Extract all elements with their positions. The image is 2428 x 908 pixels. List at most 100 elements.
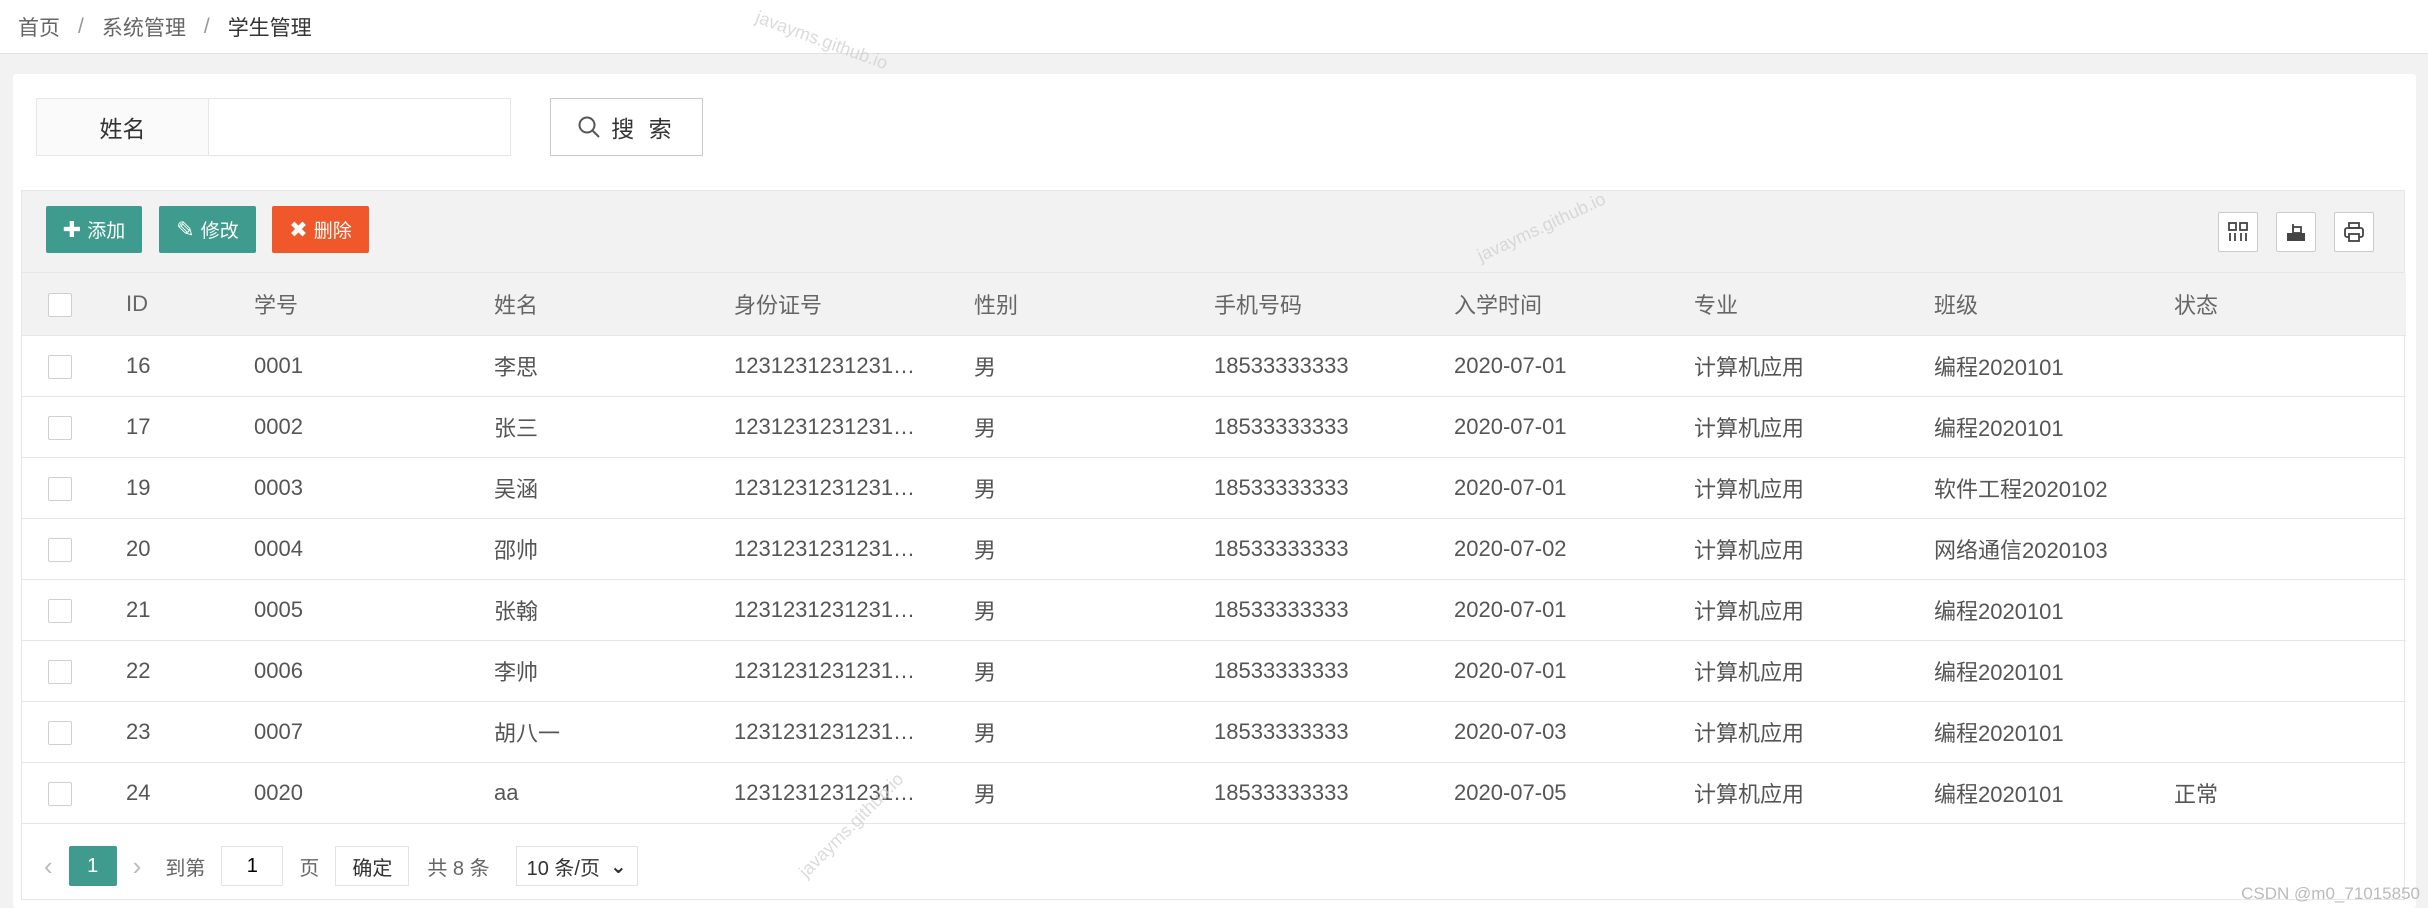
table-row[interactable]: 19 0003 吴涵 1231231231231… 男 18533333333 2020-0… (22, 457, 2406, 519)
table-cell: 男 (974, 396, 1214, 458)
table-row[interactable]: 21 0005 张翰 1231231231231… 男 18533333333 2020-0… (22, 579, 2406, 641)
row-checkbox[interactable] (48, 537, 72, 562)
table-cell: 18533333333 (1214, 701, 1454, 763)
table-cell: 21 (126, 579, 254, 641)
column-header[interactable]: 状态 (2174, 273, 2406, 336)
breadcrumb-system-management[interactable]: 系统管理 (102, 12, 186, 42)
table-cell: 网络通信2020103 (1934, 518, 2174, 580)
table-cell: 1231231231231… (734, 335, 974, 397)
row-checkbox[interactable] (48, 781, 72, 806)
goto-suffix: 页 (299, 857, 320, 880)
row-select-cell (22, 396, 126, 458)
main-panel: 姓名 搜 索 javayms.github.io ✚ 添加 ✎ 修改 ✖ 删除 (13, 74, 2416, 908)
table-row[interactable]: 23 0007 胡八一 1231231231231… 男 18533333333 2020-… (22, 701, 2406, 763)
edit-button[interactable]: ✎ 修改 (159, 206, 256, 253)
print-button[interactable] (2334, 212, 2374, 252)
name-search-input[interactable] (208, 98, 511, 156)
table-cell: 1231231231231… (734, 457, 974, 519)
table-cell: 男 (974, 762, 1214, 824)
column-filter-button[interactable] (2218, 212, 2258, 252)
table-body: 16 0001 李思 1231231231231… 男 18533333333 2020-0… (22, 335, 2406, 824)
table-cell: 吴涵 (494, 457, 734, 519)
table-row[interactable]: 24 0020 aa 1231231231231… 男 18533333333 2020-0… (22, 762, 2406, 824)
breadcrumb-separator: / (78, 14, 84, 38)
plus-icon: ✚ (62, 216, 82, 242)
table-cell: 0002 (254, 396, 494, 458)
table-cell: 2020-07-03 (1454, 701, 1694, 763)
row-checkbox[interactable] (48, 598, 72, 623)
table-cell: 18533333333 (1214, 518, 1454, 580)
table-cell: aa (494, 762, 734, 824)
table-cell: 编程2020101 (1934, 396, 2174, 458)
column-header[interactable]: 身份证号 (734, 273, 974, 336)
table-cell: 计算机应用 (1694, 396, 1934, 458)
page-number-current[interactable]: 1 (68, 846, 117, 886)
table-cell: 1231231231231… (734, 640, 974, 702)
row-select-cell (22, 701, 126, 763)
select-all-checkbox[interactable] (48, 292, 72, 317)
column-header[interactable]: 性别 (974, 273, 1214, 336)
delete-button-label: 删除 (313, 221, 352, 242)
table-cell: 编程2020101 (1934, 335, 2174, 397)
column-header[interactable]: 专业 (1694, 273, 1934, 336)
row-select-cell (22, 335, 126, 397)
table-cell: 17 (126, 396, 254, 458)
table-cell (2174, 579, 2406, 641)
table-cell: 24 (126, 762, 254, 824)
row-checkbox[interactable] (48, 476, 72, 501)
export-button[interactable] (2276, 212, 2316, 252)
row-select-cell (22, 579, 126, 641)
row-checkbox[interactable] (48, 415, 72, 440)
student-table-container: javayms.github.io ✚ 添加 ✎ 修改 ✖ 删除 ID 学号 姓… (21, 189, 2406, 900)
row-checkbox[interactable] (48, 720, 72, 745)
page-size-select[interactable]: 10 条/页 ⌄ (515, 846, 638, 886)
table-cell: 0003 (254, 457, 494, 519)
goto-confirm-button[interactable]: 确定 (335, 846, 410, 886)
table-cell: 计算机应用 (1694, 762, 1934, 824)
table-toolbar: javayms.github.io ✚ 添加 ✎ 修改 ✖ 删除 (22, 189, 2404, 273)
table-cell: 编程2020101 (1934, 579, 2174, 641)
table-cell: 李帅 (494, 640, 734, 702)
row-select-cell (22, 640, 126, 702)
table-cell: 1231231231231… (734, 396, 974, 458)
edit-button-label: 修改 (200, 221, 239, 242)
column-header[interactable]: 入学时间 (1454, 273, 1694, 336)
table-cell: 0005 (254, 579, 494, 641)
breadcrumb: 首页 / 系统管理 / 学生管理 (0, 0, 2428, 54)
table-cell: 1231231231231… (734, 701, 974, 763)
add-button[interactable]: ✚ 添加 (46, 206, 142, 253)
table-row[interactable]: 17 0002 张三 1231231231231… 男 18533333333 2020-0… (22, 396, 2406, 458)
column-header[interactable]: ID (126, 273, 254, 336)
table-cell: 2020-07-01 (1454, 640, 1694, 702)
search-button[interactable]: 搜 索 (550, 98, 703, 156)
add-button-label: 添加 (87, 221, 126, 242)
column-header[interactable]: 学号 (254, 273, 494, 336)
column-header[interactable]: 班级 (1934, 273, 2174, 336)
column-header[interactable]: 手机号码 (1214, 273, 1454, 336)
breadcrumb-current: 学生管理 (227, 16, 312, 40)
table-cell: 软件工程2020102 (1934, 457, 2174, 519)
search-bar: 姓名 搜 索 (36, 98, 703, 156)
table-cell: 0007 (254, 701, 494, 763)
table-cell (2174, 701, 2406, 763)
table-cell: 18533333333 (1214, 335, 1454, 397)
breadcrumb-home[interactable]: 首页 (18, 12, 60, 42)
prev-page-icon[interactable]: ‹ (44, 851, 53, 882)
row-checkbox[interactable] (48, 659, 72, 684)
next-page-icon[interactable]: › (133, 851, 142, 882)
delete-button[interactable]: ✖ 删除 (272, 206, 369, 253)
table-cell: 张三 (494, 396, 734, 458)
table-row[interactable]: 20 0004 邵帅 1231231231231… 男 18533333333 2020-0… (22, 518, 2406, 580)
table-cell: 18533333333 (1214, 396, 1454, 458)
table-cell: 18533333333 (1214, 640, 1454, 702)
pencil-icon: ✎ (176, 216, 195, 242)
table-cell: 计算机应用 (1694, 335, 1934, 397)
table-cell: 1231231231231… (734, 518, 974, 580)
table-cell: 2020-07-01 (1454, 579, 1694, 641)
row-checkbox[interactable] (48, 354, 72, 379)
table-row[interactable]: 16 0001 李思 1231231231231… 男 18533333333 2020-0… (22, 335, 2406, 397)
column-header[interactable]: 姓名 (494, 273, 734, 336)
goto-page-input[interactable] (221, 846, 284, 886)
table-row[interactable]: 22 0006 李帅 1231231231231… 男 18533333333 2020-0… (22, 640, 2406, 702)
table-cell: 男 (974, 518, 1214, 580)
